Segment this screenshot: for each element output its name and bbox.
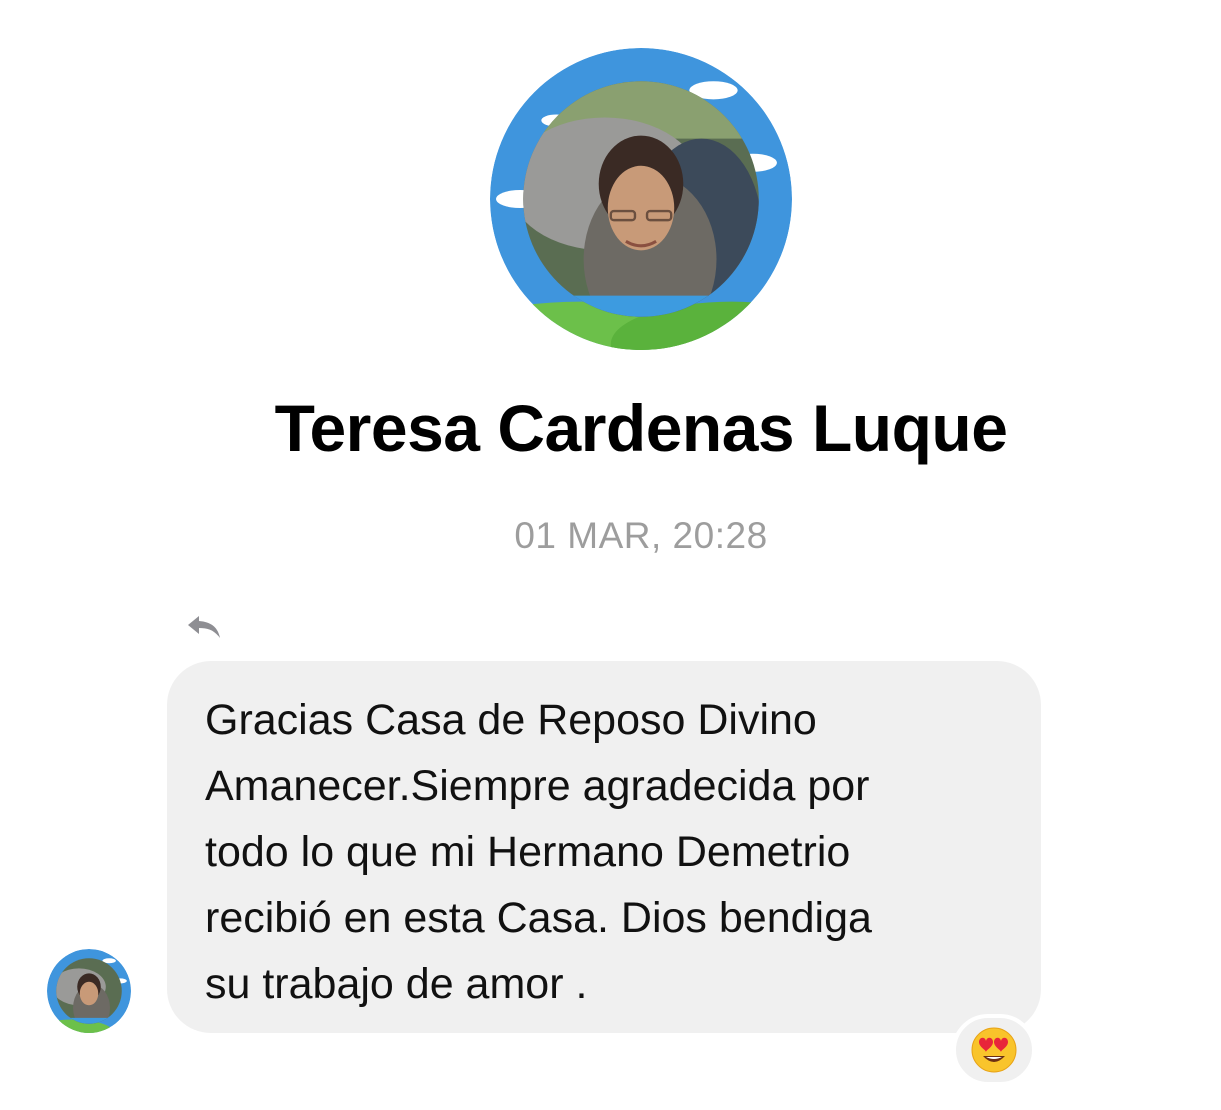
sender-avatar[interactable] (47, 949, 131, 1033)
heart-eyes-emoji-icon (971, 1027, 1017, 1073)
contact-name: Teresa Cardenas Luque (274, 391, 1008, 465)
profile-photo-icon (47, 949, 131, 1033)
profile-avatar[interactable] (490, 48, 792, 350)
message-bubble[interactable]: Gracias Casa de Reposo Divino Amanecer.S… (167, 661, 1041, 1033)
reply-arrow-icon[interactable] (184, 610, 224, 644)
message-timestamp: 01 MAR, 20:28 (514, 515, 768, 556)
message-text: Gracias Casa de Reposo Divino Amanecer.S… (205, 696, 872, 1008)
reaction-badge[interactable] (952, 1014, 1036, 1086)
profile-photo-icon (490, 48, 792, 350)
